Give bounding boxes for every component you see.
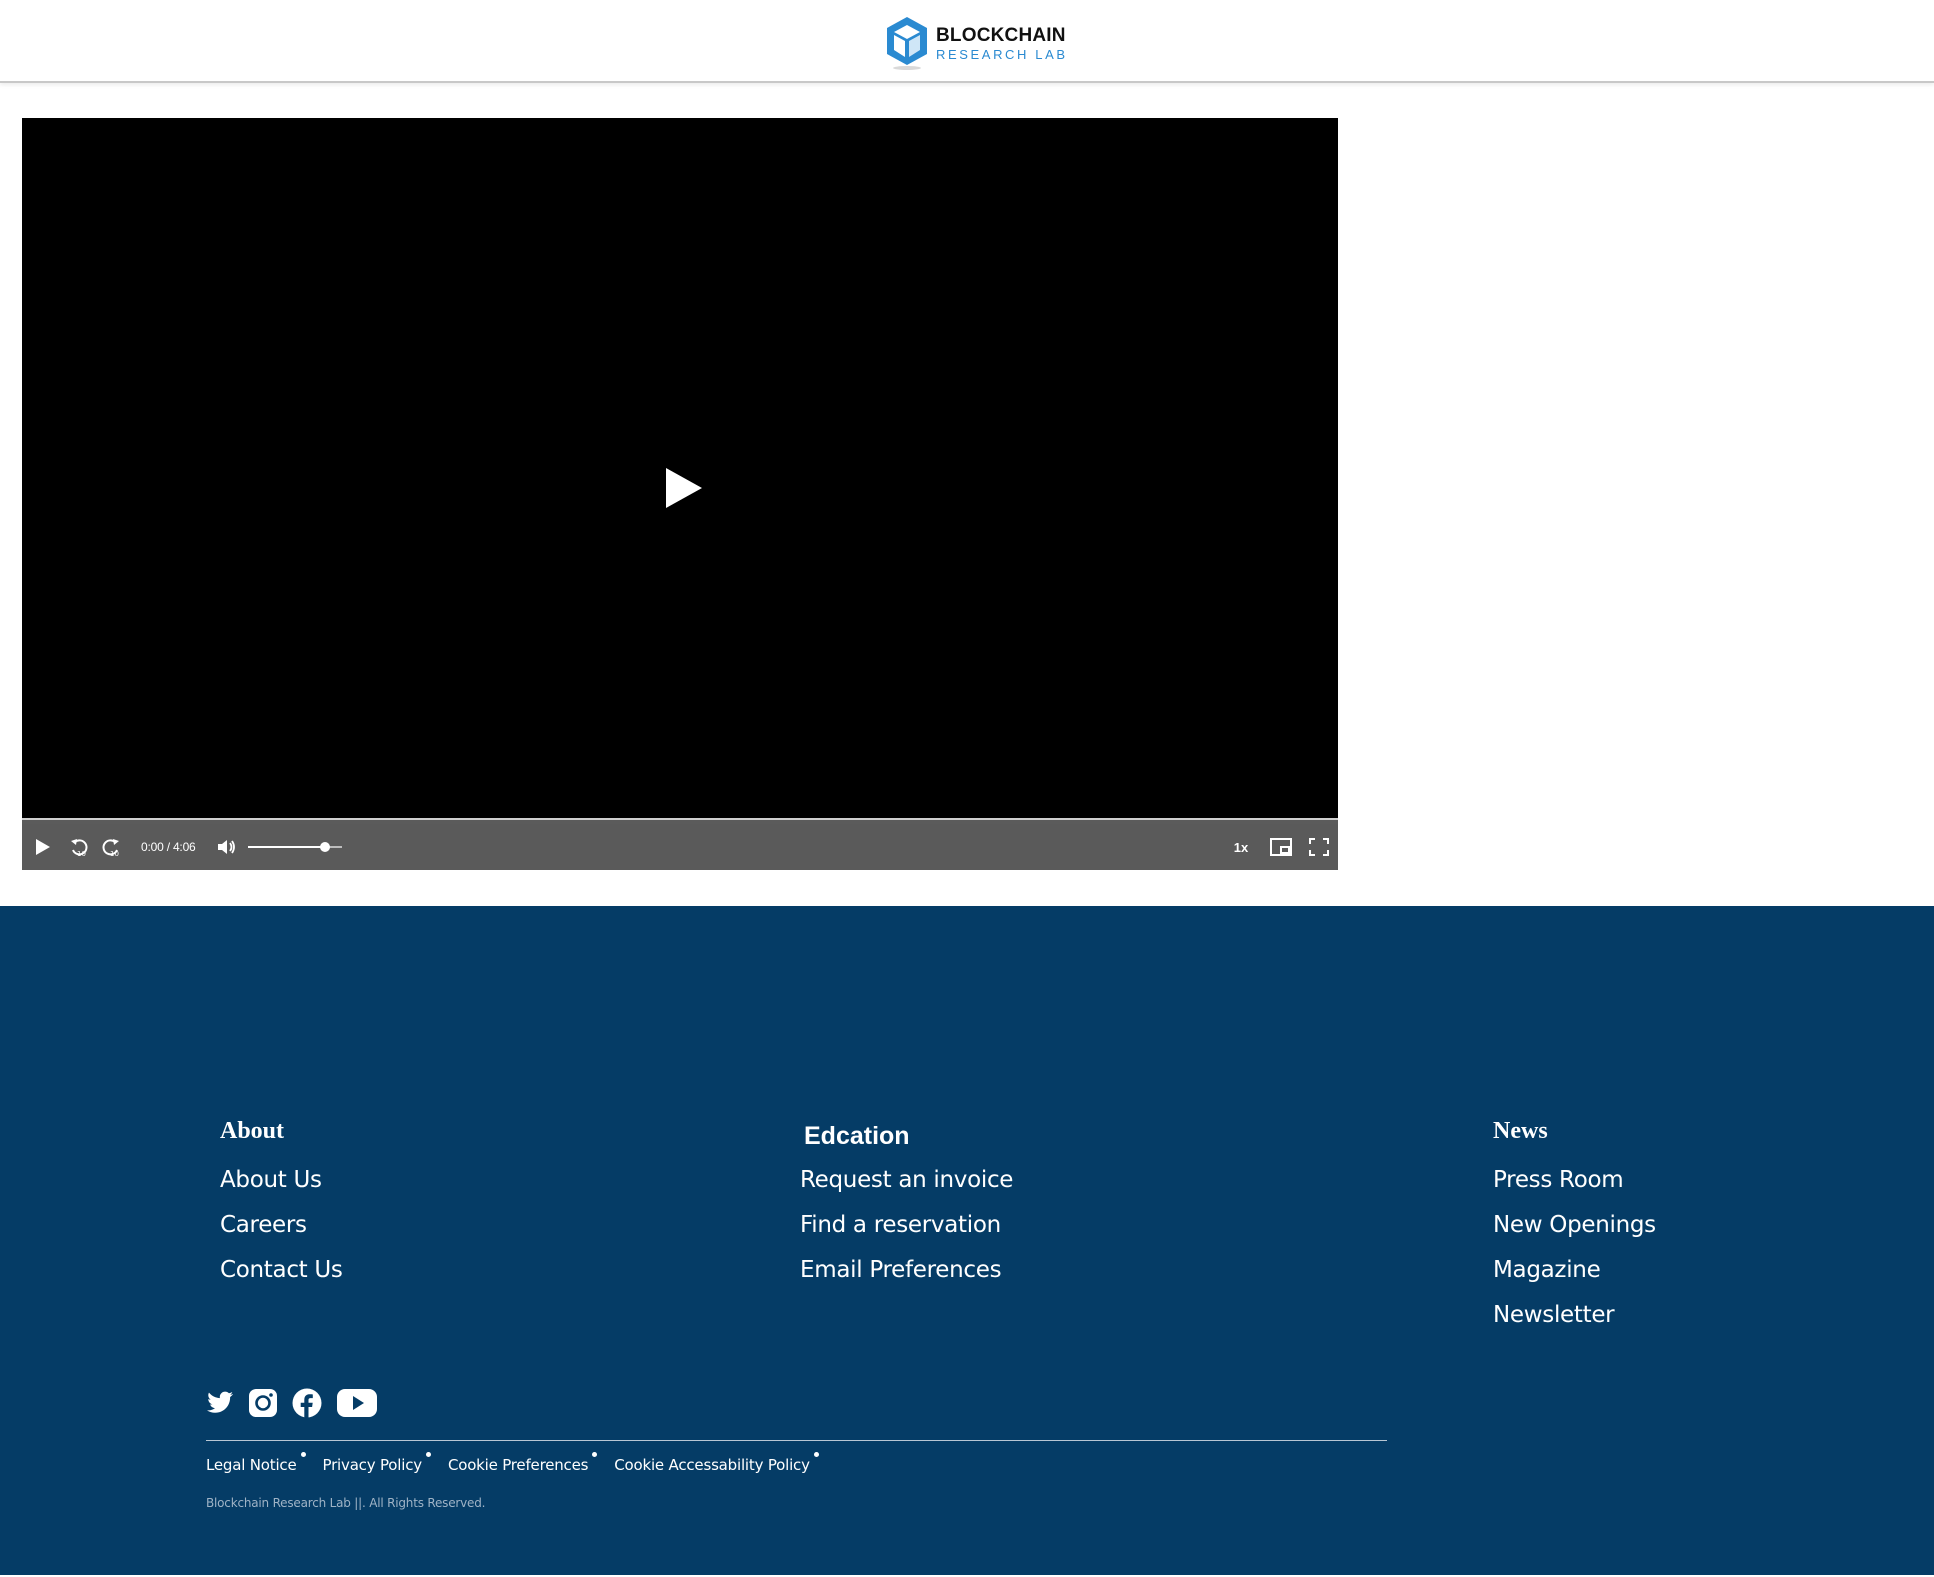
legal-links: Legal Notice Privacy Policy Cookie Prefe… (206, 1452, 836, 1474)
about-links: About Us Careers Contact Us (220, 1158, 343, 1293)
youtube-link[interactable] (336, 1388, 378, 1418)
picture-in-picture-button[interactable] (1266, 824, 1296, 870)
footer-link-contact-us[interactable]: Contact Us (220, 1248, 343, 1293)
control-bar: 10 10 0:00 / 4:06 1x (22, 824, 1338, 870)
separator-dot (425, 1452, 431, 1457)
social-links (206, 1388, 378, 1418)
copyright: Blockchain Research Lab ||. All Rights R… (206, 1496, 486, 1510)
fullscreen-icon (1309, 838, 1329, 856)
footer-link-new-openings[interactable]: New Openings (1493, 1203, 1656, 1248)
instagram-link[interactable] (248, 1388, 278, 1418)
big-play-icon[interactable] (664, 466, 704, 510)
play-icon (36, 839, 50, 855)
privacy-policy-label: Privacy Policy (322, 1456, 423, 1474)
site-footer: About About Us Careers Contact Us Edcati… (0, 906, 1934, 1575)
svg-text:10: 10 (77, 850, 86, 857)
about-heading: About (220, 1118, 285, 1144)
education-heading: Edcation (804, 1122, 910, 1150)
news-heading: News (1493, 1118, 1548, 1144)
footer-link-careers[interactable]: Careers (220, 1203, 343, 1248)
privacy-policy-link[interactable]: Privacy Policy (322, 1452, 431, 1474)
playback-speed-button[interactable]: 1x (1226, 824, 1256, 870)
footer-link-email-preferences[interactable]: Email Preferences (800, 1248, 1013, 1293)
footer-link-about-us[interactable]: About Us (220, 1158, 343, 1203)
volume-fill (248, 846, 326, 848)
volume-handle[interactable] (320, 842, 331, 852)
site-header: BLOCKCHAIN RESEARCH LAB (0, 0, 1934, 83)
facebook-icon (292, 1388, 322, 1418)
education-links: Request an invoice Find a reservation Em… (800, 1158, 1013, 1293)
twitter-icon (207, 1391, 233, 1413)
separator-dot (592, 1452, 598, 1457)
logo-title: BLOCKCHAIN (936, 24, 1066, 46)
legal-notice-link[interactable]: Legal Notice (206, 1452, 306, 1474)
volume-icon (218, 840, 235, 854)
facebook-link[interactable] (292, 1388, 322, 1418)
cookie-accessability-policy-link[interactable]: Cookie Accessability Policy (614, 1452, 819, 1474)
picture-in-picture-icon (1270, 838, 1292, 856)
rewind-10-icon: 10 (71, 839, 88, 857)
forward-10-icon: 10 (102, 839, 119, 857)
cookie-preferences-link[interactable]: Cookie Preferences (447, 1452, 598, 1474)
separator-dot (813, 1452, 819, 1457)
time-display: 0:00 / 4:06 (141, 840, 196, 854)
volume-slider[interactable] (248, 842, 342, 852)
cookie-accessability-policy-label: Cookie Accessability Policy (614, 1456, 810, 1474)
forward-10-button[interactable]: 10 (98, 824, 124, 870)
cube-logo-icon (887, 17, 927, 70)
fullscreen-button[interactable] (1304, 824, 1334, 870)
youtube-icon (337, 1389, 377, 1417)
video-player[interactable]: 10 10 0:00 / 4:06 1x (22, 118, 1338, 870)
footer-divider (206, 1440, 1387, 1441)
twitter-link[interactable] (206, 1391, 234, 1415)
footer-link-request-invoice[interactable]: Request an invoice (800, 1158, 1013, 1203)
footer-link-press-room[interactable]: Press Room (1493, 1158, 1656, 1203)
rewind-10-button[interactable]: 10 (66, 824, 92, 870)
footer-link-find-reservation[interactable]: Find a reservation (800, 1203, 1013, 1248)
separator-dot (300, 1452, 306, 1457)
logo-subtitle: RESEARCH LAB (936, 46, 1068, 62)
news-links: Press Room New Openings Magazine Newslet… (1493, 1158, 1656, 1338)
logo[interactable]: BLOCKCHAIN RESEARCH LAB (884, 15, 1068, 71)
footer-link-newsletter[interactable]: Newsletter (1493, 1293, 1656, 1338)
mute-button[interactable] (214, 824, 240, 870)
legal-notice-label: Legal Notice (206, 1456, 297, 1474)
play-button[interactable] (30, 824, 56, 870)
footer-link-magazine[interactable]: Magazine (1493, 1248, 1656, 1293)
instagram-icon (249, 1389, 277, 1417)
cookie-preferences-label: Cookie Preferences (447, 1456, 589, 1474)
svg-text:10: 10 (110, 850, 119, 857)
